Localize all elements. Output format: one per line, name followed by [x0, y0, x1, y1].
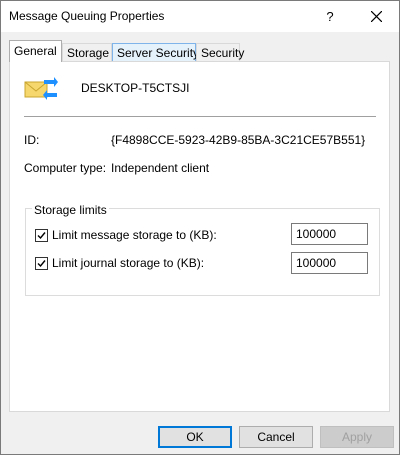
storage-limits-legend: Storage limits	[32, 203, 109, 217]
checkbox-box[interactable]	[35, 228, 48, 242]
message-storage-input[interactable]	[291, 223, 368, 245]
general-tab-panel: DESKTOP-T5CTSJI ID: {F4898CCE-5923-42B9-…	[9, 61, 390, 412]
help-button[interactable]: ?	[307, 1, 353, 32]
computer-name: DESKTOP-T5CTSJI	[81, 81, 190, 95]
limit-message-storage-checkbox[interactable]: Limit message storage to (KB):	[35, 227, 217, 243]
cancel-button[interactable]: Cancel	[239, 426, 313, 448]
limit-journal-storage-label: Limit journal storage to (KB):	[52, 256, 205, 270]
checkmark-icon	[37, 259, 46, 267]
checkbox-box[interactable]	[35, 256, 48, 270]
checkmark-icon	[37, 231, 46, 239]
message-queuing-icon	[24, 77, 58, 100]
tab-storage[interactable]: Storage	[62, 43, 112, 61]
ok-button[interactable]: OK	[158, 426, 232, 448]
close-icon	[370, 11, 382, 22]
tab-general[interactable]: General	[9, 40, 62, 62]
computer-type-value: Independent client	[111, 161, 210, 175]
tab-server-security[interactable]: Server Security	[112, 43, 199, 61]
close-button[interactable]	[353, 1, 399, 32]
separator	[24, 116, 376, 117]
id-value: {F4898CCE-5923-42B9-85BA-3C21CE57B551}	[111, 133, 366, 147]
limit-journal-storage-checkbox[interactable]: Limit journal storage to (KB):	[35, 255, 204, 271]
limit-message-storage-label: Limit message storage to (KB):	[52, 228, 217, 242]
apply-button[interactable]: Apply	[320, 426, 394, 448]
id-label: ID:	[24, 133, 40, 147]
journal-storage-input[interactable]	[291, 252, 368, 274]
computer-type-label: Computer type:	[24, 161, 107, 175]
properties-dialog: Message Queuing Properties ? General Sto…	[0, 0, 400, 455]
tab-security[interactable]: Security	[196, 43, 244, 61]
title-bar[interactable]: Message Queuing Properties ?	[1, 1, 399, 32]
window-title: Message Queuing Properties	[9, 9, 165, 23]
